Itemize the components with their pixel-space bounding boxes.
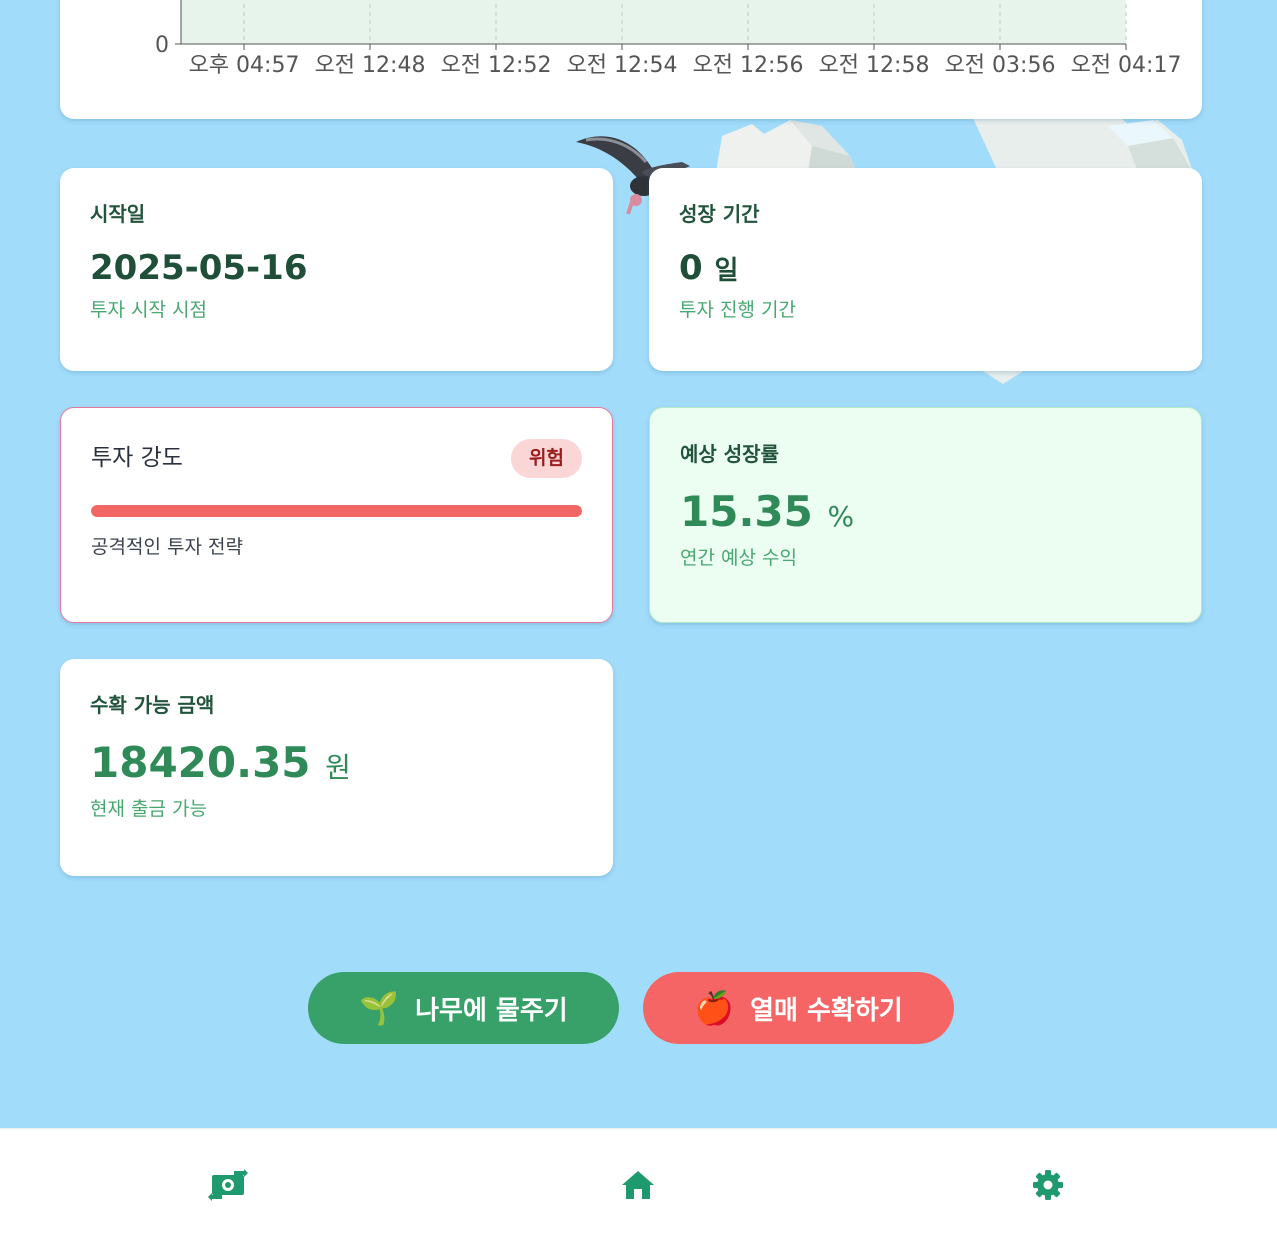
gear-icon (1033, 1170, 1063, 1200)
growth-period-card: 성장 기간 0 일 투자 진행 기간 (649, 168, 1202, 371)
harvest-fruit-label: 열매 수확하기 (750, 995, 903, 1026)
investment-intensity-title: 투자 강도 (91, 445, 183, 471)
intensity-bar-track (91, 505, 582, 517)
growth-period-value: 0 일 (679, 251, 1172, 285)
chart-x-tick-label: 오전 12:52 (441, 53, 552, 78)
seedling-icon: 🌱 (359, 989, 400, 1027)
nav-exchange[interactable] (208, 1167, 248, 1203)
start-date-value: 2025-05-16 (90, 248, 308, 288)
growth-period-number: 0 (679, 248, 703, 288)
start-date-label: 시작일 (90, 202, 146, 226)
chart-x-tick-label: 오전 03:56 (945, 53, 1056, 78)
harvest-fruit-button[interactable]: 🍎 열매 수확하기 (643, 972, 954, 1044)
expected-growth-number: 15.35 (680, 487, 813, 536)
expected-growth-unit: % (827, 500, 855, 533)
chart-area-fill (181, 0, 1126, 44)
bottom-navigation (0, 1128, 1277, 1237)
decorative-rock-left (716, 120, 857, 172)
money-exchange-icon (208, 1169, 248, 1201)
chart-x-tick-label: 오전 04:17 (1071, 53, 1182, 78)
expected-growth-value: 15.35 % (680, 491, 1171, 533)
start-date-card: 시작일 2025-05-16 투자 시작 시점 (60, 168, 613, 371)
harvestable-amount-value: 18420.35 원 (90, 742, 583, 784)
growth-chart-card: 오후 04:57 오전 12:48 오전 12:52 오전 12:54 오전 12:56… (60, 0, 1202, 119)
expected-growth-sub: 연간 예상 수익 (680, 547, 797, 569)
nav-home[interactable] (618, 1167, 658, 1203)
nav-settings[interactable] (1028, 1167, 1068, 1203)
growth-period-sub: 투자 진행 기간 (679, 299, 796, 321)
chart-x-tick-label: 오후 04:57 (189, 53, 300, 78)
apple-icon: 🍎 (694, 989, 735, 1027)
chart-y-tick-label: 0 (155, 33, 169, 58)
harvestable-amount-sub: 현재 출금 가능 (90, 798, 207, 820)
expected-growth-label: 예상 성장률 (680, 442, 779, 466)
harvestable-amount-number: 18420.35 (90, 738, 311, 787)
expected-growth-card: 예상 성장률 15.35 % 연간 예상 수익 (649, 407, 1202, 623)
growth-period-unit: 일 (714, 256, 739, 286)
start-date-sub: 투자 시작 시점 (90, 299, 207, 321)
growth-chart: 오후 04:57 오전 12:48 오전 12:52 오전 12:54 오전 12:56… (155, 0, 1182, 78)
app-page: 오후 04:57 오전 12:48 오전 12:52 오전 12:54 오전 12:56… (0, 0, 1277, 1237)
harvestable-amount-label: 수확 가능 금액 (90, 693, 215, 717)
chart-x-tick-label: 오전 12:56 (693, 53, 804, 78)
water-tree-label: 나무에 물주기 (415, 995, 568, 1026)
investment-intensity-card: 투자 강도 위험 공격적인 투자 전략 (60, 407, 613, 623)
chart-x-tick-label: 오전 12:58 (819, 53, 930, 78)
risk-badge: 위험 (511, 439, 582, 478)
chart-x-tick-label: 오전 12:54 (567, 53, 678, 78)
water-tree-button[interactable]: 🌱 나무에 물주기 (308, 972, 619, 1044)
home-icon (622, 1171, 654, 1199)
investment-strategy-text: 공격적인 투자 전략 (91, 536, 243, 558)
growth-period-label: 성장 기간 (679, 202, 760, 226)
harvestable-amount-unit: 원 (325, 751, 351, 784)
intensity-bar-fill (91, 505, 582, 517)
harvestable-amount-card: 수확 가능 금액 18420.35 원 현재 출금 가능 (60, 659, 613, 876)
chart-x-tick-label: 오전 12:48 (315, 53, 426, 78)
decorative-rock-right (972, 116, 1193, 172)
